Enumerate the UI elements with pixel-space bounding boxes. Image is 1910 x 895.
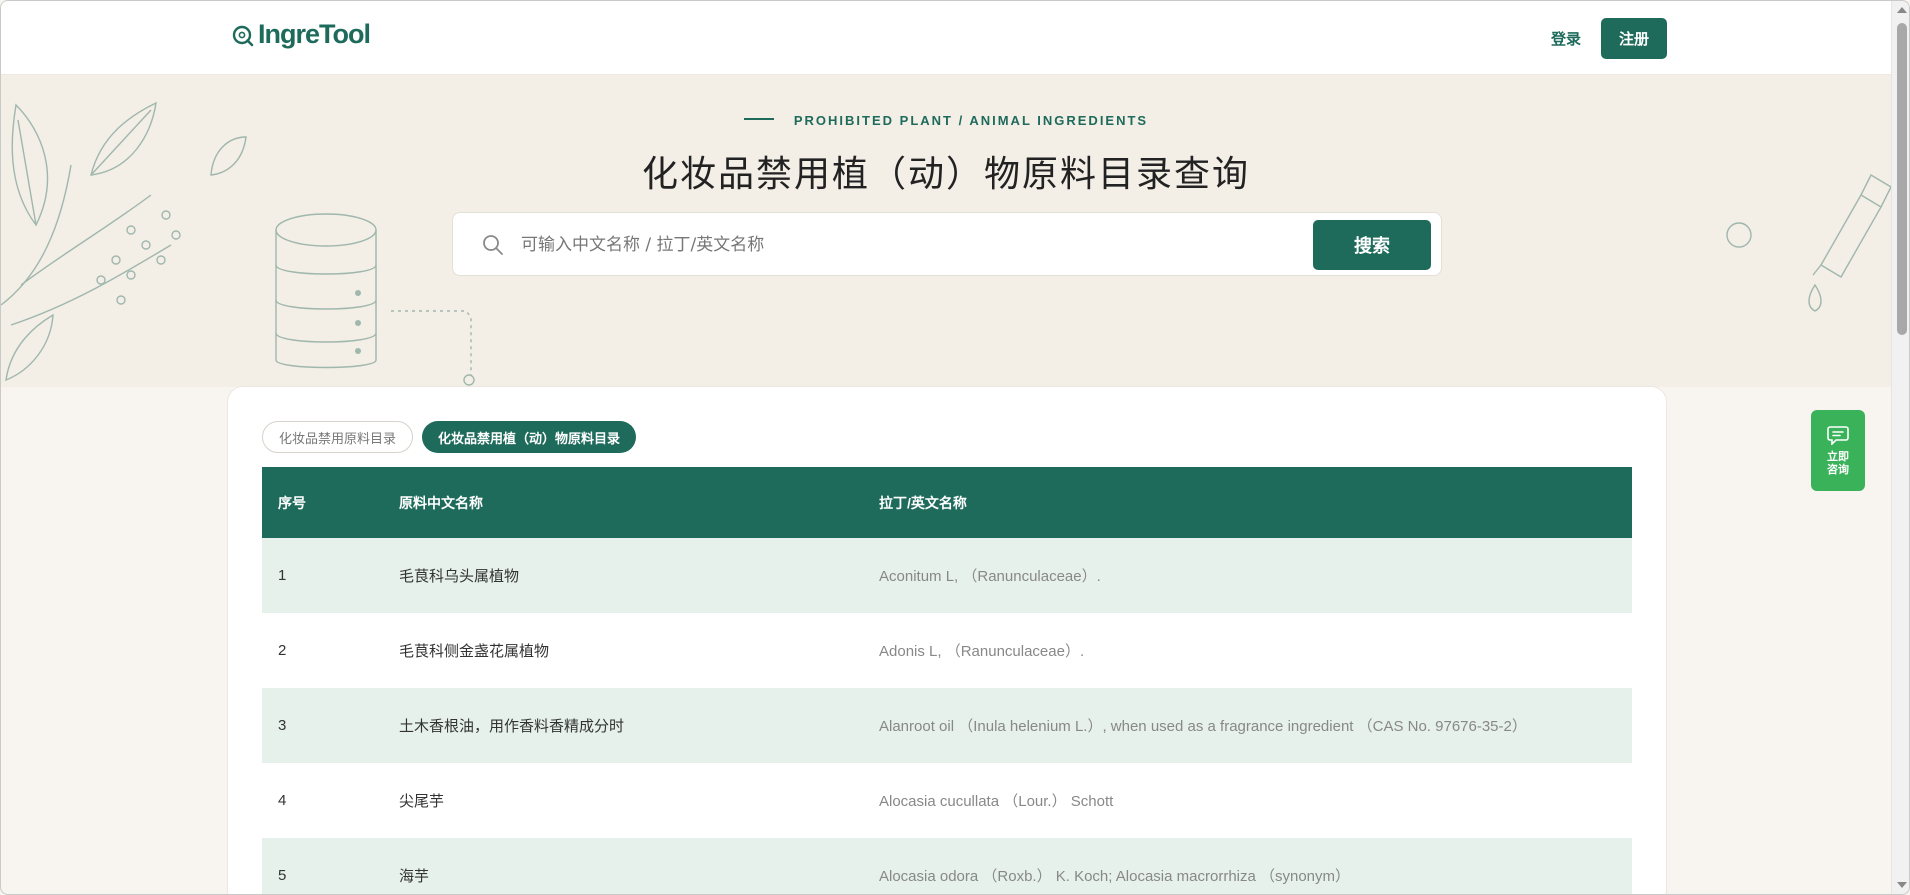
hero-banner: PROHIBITED PLANT / ANIMAL INGREDIENTS 化妆…: [1, 75, 1891, 387]
table-row[interactable]: 5 海芋 Alocasia odora （Roxb.） K. Koch; Alo…: [262, 838, 1632, 894]
table-row[interactable]: 2 毛茛科侧金盏花属植物 Adonis L, （Ranunculaceae）.: [262, 613, 1632, 688]
tab-prohibited-plant-animal-ingredients[interactable]: 化妆品禁用植（动）物原料目录: [422, 421, 637, 453]
column-header-latin-english-name: 拉丁/英文名称: [879, 494, 967, 511]
chat-bubble-icon: [1827, 425, 1849, 445]
table-row[interactable]: 4 尖尾芋 Alocasia cucullata （Lour.） Schott: [262, 763, 1632, 838]
column-header-chinese-name: 原料中文名称: [399, 494, 483, 511]
top-navigation-bar: IngreTool 登录 注册: [1, 1, 1891, 75]
results-card: 化妆品禁用原料目录 化妆品禁用植（动）物原料目录 序号 原料中文名称 拉丁/英文…: [227, 386, 1667, 894]
table-row[interactable]: 3 土木香根油，用作香料香精成分时 Alanroot oil （Inula he…: [262, 688, 1632, 763]
tab-prohibited-ingredients[interactable]: 化妆品禁用原料目录: [262, 421, 414, 453]
search-button[interactable]: 搜索: [1313, 220, 1431, 270]
scroll-up-arrow-icon[interactable]: [1897, 7, 1907, 13]
cell-number: 2: [278, 642, 287, 659]
cell-number: 4: [278, 792, 287, 809]
cell-latin-english-name: Adonis L, （Ranunculaceae）.: [879, 643, 1085, 660]
catalog-tabs: 化妆品禁用原料目录 化妆品禁用植（动）物原料目录: [262, 421, 637, 453]
cell-latin-english-name: Aconitum L, （Ranunculaceae）.: [879, 568, 1101, 585]
cell-number: 3: [278, 717, 287, 734]
eyebrow-text: PROHIBITED PLANT / ANIMAL INGREDIENTS: [793, 113, 1149, 128]
cell-latin-english-name: Alanroot oil （Inula helenium L.）, when u…: [879, 718, 1527, 735]
scrollbar-thumb[interactable]: [1897, 23, 1907, 335]
logo-text: IngreTool: [258, 19, 371, 49]
eyebrow-divider: [743, 117, 774, 120]
register-button[interactable]: 注册: [1601, 18, 1667, 59]
browser-viewport: IngreTool 登录 注册 PROHIBITED PLANT / ANIMA…: [0, 0, 1910, 895]
cell-chinese-name: 土木香根油，用作香料香精成分时: [399, 718, 625, 735]
logo[interactable]: IngreTool: [232, 19, 371, 50]
table-row[interactable]: 1 毛茛科乌头属植物 Aconitum L, （Ranunculaceae）.: [262, 538, 1632, 613]
search-input[interactable]: [521, 225, 1151, 265]
search-bar: 搜索: [452, 212, 1442, 276]
page-title: 化妆品禁用植（动）物原料目录查询: [641, 154, 1250, 195]
vertical-scrollbar[interactable]: [1891, 1, 1909, 894]
cell-latin-english-name: Alocasia cucullata （Lour.） Schott: [879, 793, 1114, 810]
cell-chinese-name: 毛茛科乌头属植物: [399, 568, 520, 585]
cell-latin-english-name: Alocasia odora （Roxb.） K. Koch; Alocasia…: [879, 868, 1351, 885]
login-link[interactable]: 登录: [1551, 28, 1581, 49]
scroll-down-arrow-icon[interactable]: [1897, 882, 1907, 888]
search-icon: [483, 235, 503, 255]
cell-chinese-name: 尖尾芋: [399, 793, 445, 810]
table-header-row: 序号 原料中文名称 拉丁/英文名称: [262, 467, 1632, 538]
consult-now-button[interactable]: 立即咨询: [1811, 410, 1865, 491]
cell-chinese-name: 毛茛科侧金盏花属植物: [399, 643, 550, 660]
cell-chinese-name: 海芋: [399, 868, 430, 885]
column-header-number: 序号: [278, 494, 306, 511]
cell-number: 1: [278, 567, 287, 584]
ingredients-table: 序号 原料中文名称 拉丁/英文名称 1 毛茛科乌头属植物 Aconitum L,…: [262, 467, 1632, 894]
magnifier-logo-icon: [232, 25, 254, 46]
cell-number: 5: [278, 867, 287, 884]
hero-eyebrow: PROHIBITED PLANT / ANIMAL INGREDIENTS: [1, 113, 1891, 128]
consult-label: 立即咨询: [1827, 450, 1849, 476]
